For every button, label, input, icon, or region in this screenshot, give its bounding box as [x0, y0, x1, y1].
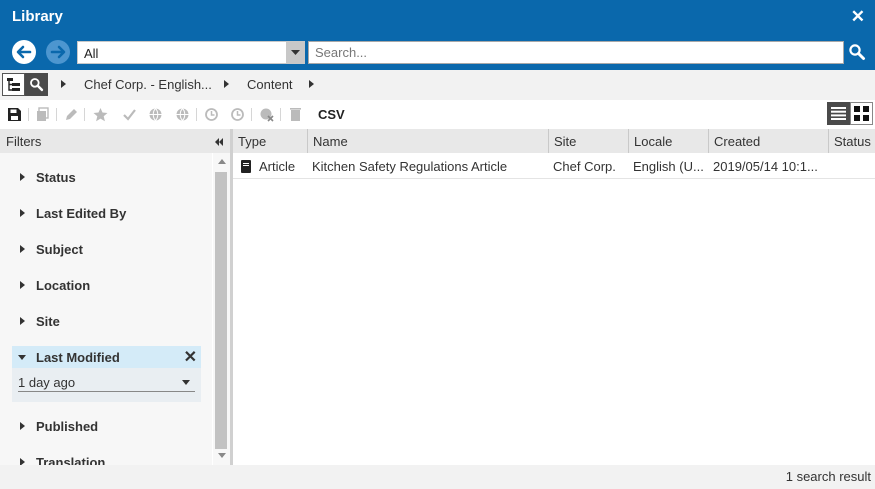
unschedule-icon[interactable]: [229, 106, 246, 123]
result-count: 1 search result: [785, 469, 871, 484]
cell-name: Kitchen Safety Regulations Article: [312, 159, 508, 174]
cell-locale: English (U...: [633, 159, 704, 174]
chevron-down-icon: [182, 380, 190, 385]
forward-button[interactable]: [46, 40, 70, 64]
search-input[interactable]: [308, 41, 844, 64]
results-table: Article Kitchen Safety Regulations Artic…: [233, 153, 875, 465]
star-icon[interactable]: [92, 106, 109, 123]
list-view-button[interactable]: [827, 102, 850, 125]
search-icon: [30, 78, 44, 92]
scope-dropdown[interactable]: All: [77, 41, 305, 64]
filter-label: Subject: [36, 242, 83, 257]
caret-right-icon: [20, 281, 25, 289]
caret-right-icon: [20, 173, 25, 181]
save-icon[interactable]: [6, 106, 23, 123]
filter-list: Status Last Edited By Subject Location S…: [0, 153, 212, 465]
last-modified-select[interactable]: 1 day ago: [18, 372, 195, 392]
copy-icon[interactable]: [34, 106, 51, 123]
filters-title: Filters: [6, 134, 42, 149]
title-bar: Library ✕ All: [0, 0, 875, 70]
filters-header: Filters: [0, 129, 230, 153]
filter-label: Last Edited By: [36, 206, 127, 221]
list-icon: [831, 107, 846, 120]
filter-site[interactable]: Site: [12, 309, 202, 333]
table-header: Type Name Site Locale Created Status: [233, 129, 875, 153]
breadcrumb: Chef Corp. - English... Content: [0, 70, 875, 100]
grid-view-button[interactable]: [850, 102, 873, 125]
search-icon[interactable]: [848, 43, 866, 61]
arrow-left-icon: [16, 45, 32, 59]
scope-value: All: [84, 46, 99, 61]
caret-right-icon: [20, 209, 25, 217]
filter-last-modified: Last Modified ✕ 1 day ago: [12, 346, 201, 402]
caret-down-icon: [18, 355, 26, 360]
cell-created: 2019/05/14 10:1...: [713, 159, 818, 174]
pencil-icon[interactable]: [63, 106, 80, 123]
toolbar-divider: [280, 108, 281, 121]
last-modified-value: 1 day ago: [18, 375, 76, 390]
filter-label: Status: [36, 170, 76, 185]
chevron-right-icon: [309, 80, 314, 88]
window-title: Library: [12, 8, 63, 25]
unpublish-icon[interactable]: [174, 106, 191, 123]
filter-translation[interactable]: Translation: [12, 450, 202, 465]
chevron-down-icon[interactable]: [286, 42, 304, 63]
check-icon[interactable]: [121, 106, 138, 123]
filter-label: Location: [36, 278, 91, 293]
grid-icon: [854, 106, 869, 121]
close-icon[interactable]: ✕: [851, 7, 865, 27]
cell-type: Article: [259, 159, 296, 174]
tree-icon: [7, 78, 20, 91]
caret-right-icon: [20, 245, 25, 253]
table-row[interactable]: Article Kitchen Safety Regulations Artic…: [233, 153, 875, 179]
chevron-right-icon: [61, 80, 66, 88]
column-header-created[interactable]: Created: [709, 129, 829, 153]
status-bar: 1 search result: [0, 465, 875, 489]
arrow-right-icon: [50, 45, 66, 59]
filter-label: Translation: [36, 455, 106, 465]
toolbar-divider: [251, 108, 252, 121]
withdraw-icon[interactable]: [258, 106, 275, 123]
scrollbar-thumb[interactable]: [215, 172, 227, 449]
toolbar-divider: [196, 108, 197, 121]
caret-right-icon: [20, 458, 25, 465]
scroll-down-icon[interactable]: [218, 453, 226, 458]
tree-view-button[interactable]: [2, 73, 25, 96]
cell-site: Chef Corp.: [553, 159, 616, 174]
filter-label: Site: [36, 314, 60, 329]
filter-scrollbar[interactable]: [213, 153, 230, 465]
caret-right-icon: [20, 422, 25, 430]
toolbar-divider: [28, 108, 29, 121]
scroll-up-icon[interactable]: [218, 159, 226, 164]
toolbar-divider: [56, 108, 57, 121]
filter-location[interactable]: Location: [12, 273, 202, 297]
schedule-icon[interactable]: [203, 106, 220, 123]
chevron-right-icon: [224, 80, 229, 88]
column-header-status[interactable]: Status: [829, 129, 875, 153]
filter-last-modified-header[interactable]: Last Modified ✕: [12, 346, 201, 368]
column-header-type[interactable]: Type: [233, 129, 308, 153]
filter-last-edited-by[interactable]: Last Edited By: [12, 201, 202, 225]
breadcrumb-item[interactable]: Chef Corp. - English...: [84, 77, 212, 92]
filter-label: Last Modified: [36, 350, 120, 365]
delete-icon[interactable]: [287, 106, 304, 123]
filter-subject[interactable]: Subject: [12, 237, 202, 261]
article-icon: [241, 160, 251, 173]
column-header-site[interactable]: Site: [549, 129, 629, 153]
clear-filter-icon[interactable]: ✕: [184, 347, 197, 367]
toolbar: CSV: [0, 100, 875, 129]
column-header-name[interactable]: Name: [308, 129, 549, 153]
column-header-locale[interactable]: Locale: [629, 129, 709, 153]
search-mode-button[interactable]: [25, 73, 48, 96]
csv-export-button[interactable]: CSV: [318, 107, 345, 122]
filter-label: Published: [36, 419, 99, 434]
publish-icon[interactable]: [147, 106, 164, 123]
filter-status[interactable]: Status: [12, 165, 202, 189]
caret-right-icon: [20, 317, 25, 325]
back-button[interactable]: [12, 40, 36, 64]
toolbar-divider: [84, 108, 85, 121]
breadcrumb-item[interactable]: Content: [247, 77, 293, 92]
filter-published[interactable]: Published: [12, 414, 202, 438]
collapse-panel-icon[interactable]: [214, 135, 224, 150]
